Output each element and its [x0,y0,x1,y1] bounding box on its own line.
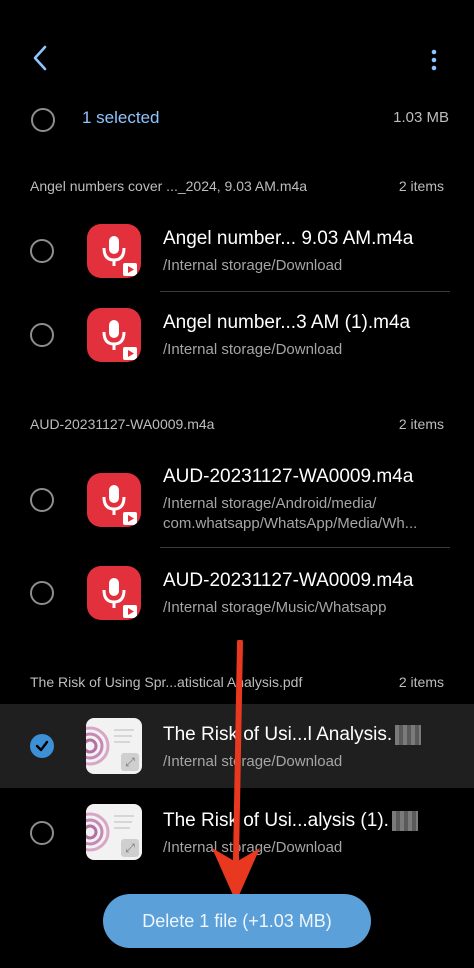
chevron-left-icon [33,45,47,71]
file-name: The Risk of Usi...alysis (1). [163,810,418,832]
select-all-row: 1 selected 1.03 MB [0,96,474,144]
file-name: The Risk of Usi...l Analysis. [163,724,422,746]
group-count: 2 items [398,178,444,194]
file-path: /Internal storage/Download [163,257,343,274]
microphone-icon [102,578,137,618]
group-count: 2 items [398,416,444,432]
group-count: 2 items [398,674,444,690]
item-checkbox[interactable] [30,488,54,512]
check-icon [35,740,49,752]
file-name: AUD-20231127-WA0009.m4a [163,570,414,591]
item-checkbox[interactable] [30,821,54,845]
more-vertical-icon [431,49,437,71]
item-checkbox[interactable] [30,323,54,347]
audio-file-icon [87,473,141,527]
item-checkbox-checked[interactable] [30,734,54,758]
file-path: /Internal storage/Download [163,839,343,856]
group-title: The Risk of Using Spr...atistical Analys… [30,674,303,690]
top-app-bar [0,0,474,100]
group-title: AUD-20231127-WA0009.m4a [30,416,215,432]
pdf-thumbnail: ⤢ [86,718,142,774]
file-path: /Internal storage/Download [163,341,343,358]
file-name: Angel number...3 AM (1).m4a [163,312,411,333]
file-path: /Internal storage/Music/Whatsapp [163,599,387,616]
microphone-icon [102,320,137,360]
file-name: Angel number... 9.03 AM.m4a [163,228,414,249]
file-name-text: The Risk of Usi...l Analysis. [163,724,393,745]
file-list-item[interactable]: ⤢ The Risk of Usi...l Analysis. /Interna… [0,704,474,788]
group-header: AUD-20231127-WA0009.m4a 2 items [0,408,474,442]
audio-file-icon [87,308,141,362]
duplicate-files-screen: 1 selected 1.03 MB Angel numbers cover .… [0,0,474,968]
group-header: The Risk of Using Spr...atistical Analys… [0,666,474,700]
file-list-item[interactable]: Angel number...3 AM (1).m4a /Internal st… [0,294,474,374]
file-list-item[interactable]: AUD-20231127-WA0009.m4a /Internal storag… [0,552,474,632]
file-list-item[interactable]: Angel number... 9.03 AM.m4a /Internal st… [0,210,474,290]
file-name: AUD-20231127-WA0009.m4a [163,466,414,487]
microphone-icon [102,485,137,525]
divider [160,291,450,292]
pdf-thumbnail: ⤢ [86,804,142,860]
file-list-item[interactable]: AUD-20231127-WA0009.m4a /Internal storag… [0,450,474,550]
audio-file-icon [87,224,141,278]
delete-button[interactable]: Delete 1 file (+1.03 MB) [103,894,371,948]
file-path-line2: com.whatsapp/WhatsApp/Media/Wh... [163,515,418,532]
file-path-line1: /Internal storage/Android/media/ [163,495,377,512]
divider [160,547,450,548]
select-all-checkbox[interactable] [31,108,55,132]
more-options-button[interactable] [418,40,450,80]
group-header: Angel numbers cover ..._2024, 9.03 AM.m4… [0,170,474,204]
selected-count-label: 1 selected [82,108,160,127]
redacted-extension [395,724,422,745]
selected-size-label: 1.03 MB [393,109,449,126]
back-button[interactable] [22,40,58,76]
expand-icon: ⤢ [121,839,139,857]
file-path: /Internal storage/Download [163,753,343,770]
microphone-icon [102,236,137,276]
item-checkbox[interactable] [30,581,54,605]
file-list-item[interactable]: ⤢ The Risk of Usi...alysis (1). /Interna… [0,790,474,874]
redacted-extension [391,810,418,831]
group-title: Angel numbers cover ..._2024, 9.03 AM.m4… [30,178,308,194]
audio-file-icon [87,566,141,620]
expand-icon: ⤢ [121,753,139,771]
file-name-text: The Risk of Usi...alysis (1). [163,810,389,831]
item-checkbox[interactable] [30,239,54,263]
